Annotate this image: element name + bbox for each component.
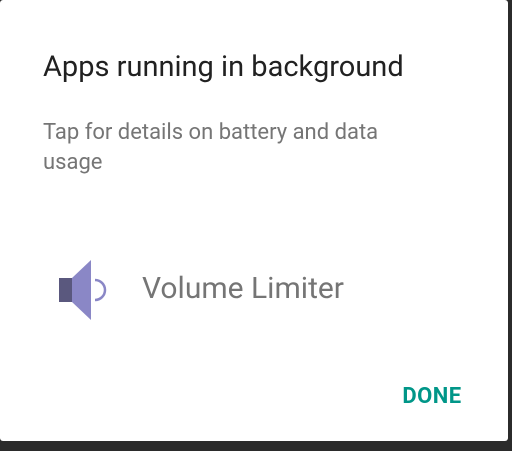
background-apps-dialog: Apps running in background Tap for detai… — [0, 0, 508, 441]
app-item-label: Volume Limiter — [142, 271, 344, 306]
app-item-volume-limiter[interactable]: Volume Limiter — [0, 250, 508, 330]
done-button[interactable]: DONE — [384, 372, 480, 420]
speaker-icon — [55, 256, 111, 324]
dialog-subtitle: Tap for details on battery and data usag… — [43, 120, 379, 175]
dialog-title: Apps running in background — [43, 50, 404, 84]
